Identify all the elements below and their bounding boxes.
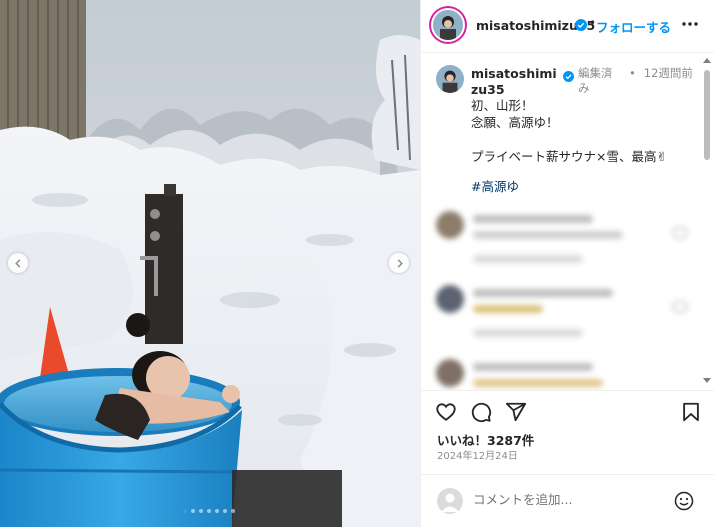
follow-button[interactable]: フォローする bbox=[596, 17, 671, 36]
comment-input[interactable] bbox=[473, 492, 663, 507]
add-comment-bar bbox=[421, 474, 714, 528]
commenter-avatar bbox=[436, 359, 464, 387]
heart-icon bbox=[673, 227, 687, 239]
author-avatar[interactable] bbox=[433, 10, 463, 40]
share-button[interactable] bbox=[505, 401, 527, 423]
save-button[interactable] bbox=[680, 401, 702, 423]
carousel-dot bbox=[231, 509, 235, 513]
blurred-comment bbox=[433, 211, 695, 271]
share-icon bbox=[505, 402, 527, 422]
more-options-icon[interactable] bbox=[681, 14, 699, 34]
bookmark-icon bbox=[683, 402, 699, 422]
verified-badge-icon bbox=[575, 19, 587, 31]
commenter-avatar bbox=[436, 211, 464, 239]
like-button[interactable] bbox=[435, 401, 457, 423]
post-side-panel: misatoshimizu35 • フォローする misatoshimizu35… bbox=[420, 0, 714, 527]
current-user-avatar bbox=[437, 488, 463, 514]
blurred-comment bbox=[433, 285, 695, 345]
carousel-dot bbox=[191, 509, 195, 513]
blurred-comment bbox=[433, 359, 695, 390]
heart-icon bbox=[436, 403, 456, 421]
hashtag-link[interactable]: #高源ゆ bbox=[471, 176, 519, 195]
post-header: misatoshimizu35 • フォローする bbox=[421, 0, 714, 53]
caption-username[interactable]: misatoshimizu35 bbox=[471, 66, 563, 98]
post-actions bbox=[421, 390, 714, 435]
comment-icon bbox=[471, 402, 492, 423]
scrollbar[interactable] bbox=[703, 58, 711, 388]
time-ago: • 12週間前 bbox=[629, 66, 699, 81]
carousel-dots bbox=[183, 509, 235, 513]
scroll-up-arrow[interactable] bbox=[703, 58, 711, 63]
heart-icon bbox=[673, 301, 687, 313]
time-ago-text: 12週間前 bbox=[643, 66, 693, 80]
caption-text: 初、山形！ 念願、高源ゆ！ プライベート薪サウナ×雪、最高✌ bbox=[471, 98, 667, 164]
instagram-post-modal: misatoshimizu35 • フォローする misatoshimizu35… bbox=[0, 0, 714, 527]
carousel-prev-button[interactable] bbox=[8, 253, 28, 273]
chevron-left-icon bbox=[14, 258, 20, 268]
post-date[interactable]: 2024年12月24日 bbox=[437, 447, 518, 462]
snow-bath-photo bbox=[0, 0, 420, 527]
comment-button[interactable] bbox=[470, 401, 492, 423]
chevron-right-icon bbox=[397, 258, 403, 268]
caption-author-avatar[interactable] bbox=[436, 65, 464, 93]
time-separator: • bbox=[629, 66, 636, 80]
scroll-down-arrow[interactable] bbox=[703, 378, 711, 383]
carousel-dot bbox=[215, 509, 219, 513]
carousel-dot bbox=[199, 509, 203, 513]
carousel-dot bbox=[183, 509, 187, 513]
scrollbar-thumb[interactable] bbox=[704, 70, 710, 160]
carousel-next-button[interactable] bbox=[389, 253, 409, 273]
carousel-dot bbox=[207, 509, 211, 513]
comments-scroll-area[interactable]: misatoshimizu35 編集済み • 12週間前 初、山形！ 念願、高源ゆ… bbox=[421, 53, 714, 390]
commenter-avatar bbox=[436, 285, 464, 313]
edited-label: 編集済み bbox=[578, 66, 613, 95]
carousel-dot bbox=[223, 509, 227, 513]
verified-badge-icon bbox=[563, 71, 574, 82]
smiley-icon[interactable] bbox=[674, 491, 694, 511]
post-photo[interactable] bbox=[0, 0, 420, 527]
